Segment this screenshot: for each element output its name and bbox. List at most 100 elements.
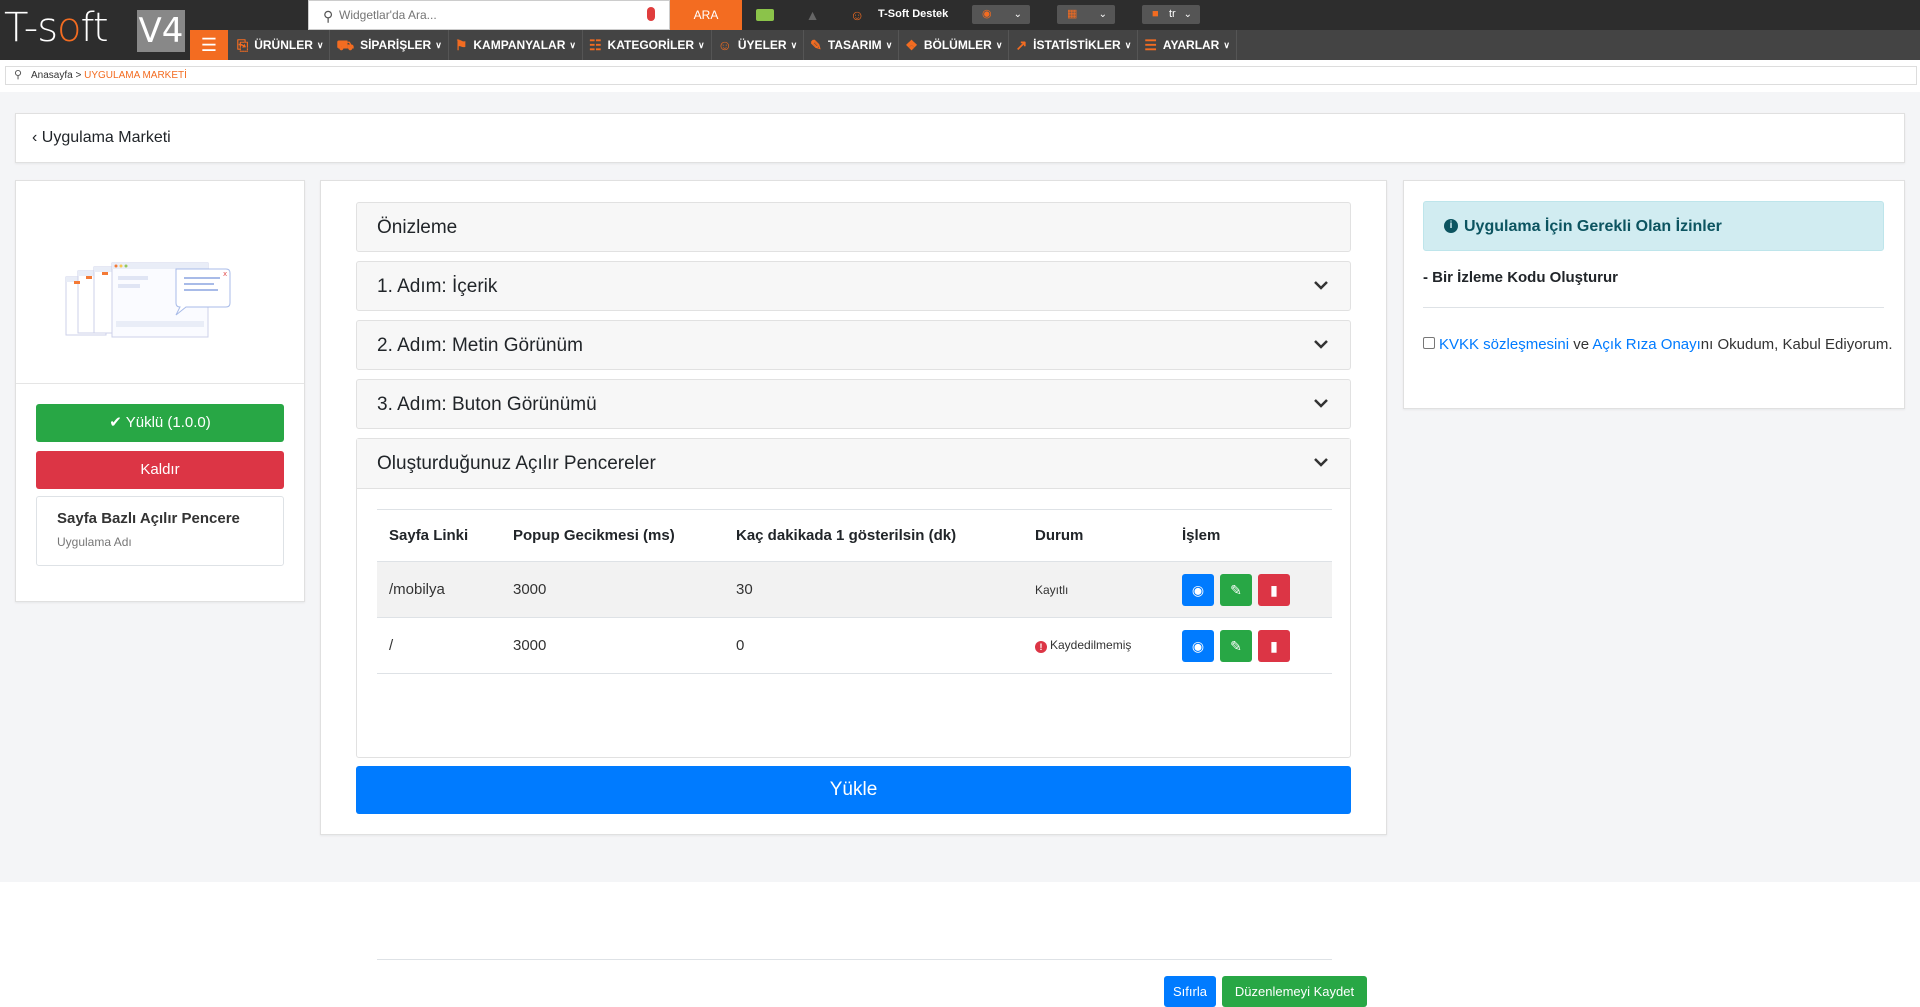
delete-button[interactable]: ▮: [1258, 573, 1290, 606]
location-pin-icon: ⚲: [14, 69, 23, 81]
eye-icon: ◉: [982, 8, 992, 20]
user-name: T-Soft Destek: [878, 8, 949, 20]
status-cell: Kayıtlı: [1023, 561, 1170, 618]
nav-item-label: SİPARİŞLER: [360, 38, 432, 52]
chevron-down-icon: ∨: [790, 40, 798, 50]
status-text: Kaydedilmemiş: [1050, 638, 1132, 652]
language-icon: ■: [1152, 8, 1159, 20]
chevron-down-icon: [1314, 340, 1328, 349]
column-header: Popup Gecikmesi (ms): [501, 509, 724, 562]
info-icon: i: [1444, 219, 1458, 233]
edit-button[interactable]: ✎: [1220, 573, 1252, 606]
popups-table: Sayfa Linki Popup Gecikmesi (ms) Kaç dak…: [377, 509, 1332, 674]
table-row: /mobilya 3000 30 Kayıtlı ◉ ✎ ▮: [377, 561, 1332, 618]
accordion-step2[interactable]: 2. Adım: Metin Görünüm: [356, 320, 1351, 370]
breadcrumb: ⚲ Anasayfa > UYGULAMA MARKETİ: [5, 66, 1917, 85]
tag-icon: ⚑: [454, 37, 468, 53]
search-input[interactable]: [339, 5, 639, 25]
column-header: Sayfa Linki: [377, 509, 501, 562]
save-changes-button[interactable]: Düzenlemeyi Kaydet: [1222, 976, 1367, 1007]
delete-button[interactable]: ▮: [1258, 629, 1290, 662]
chevron-down-icon: ∨: [435, 40, 442, 50]
chevron-down-icon: ⌄: [1013, 9, 1022, 20]
logo[interactable]: T-soft V4: [0, 0, 190, 60]
accordion-step1[interactable]: 1. Adım: İçerik: [356, 261, 1351, 311]
accordion-popups: Oluşturduğunuz Açılır Pencereler Sayfa L…: [356, 438, 1367, 1007]
permissions-title: Uygulama İçin Gerekli Olan İzinler: [1464, 218, 1722, 235]
apps-dropdown[interactable]: ▦ ⌄: [1057, 5, 1115, 24]
nav-item-0[interactable]: ⎘ ÜRÜNLER ∨: [231, 30, 331, 60]
divider: [377, 959, 1332, 960]
accordion-popups-header[interactable]: Oluşturduğunuz Açılır Pencereler: [357, 439, 1350, 489]
accordion-preview-title: Önizleme: [377, 217, 458, 238]
back-link[interactable]: ‹ Uygulama Marketi: [32, 129, 171, 147]
sitemap-icon: ☷: [588, 37, 602, 53]
widget-search: ⚲: [308, 0, 670, 30]
chevron-down-icon: ∨: [316, 40, 324, 50]
nav-item-label: TASARIM: [827, 38, 882, 52]
nav-item-7[interactable]: ↗ İSTATİSTİKLER ∨: [1009, 30, 1139, 60]
chevron-down-icon: ∨: [569, 40, 576, 50]
messages-icon[interactable]: [745, 0, 785, 30]
sections-icon: ❖: [905, 37, 918, 53]
installed-button[interactable]: ✔ Yüklü (1.0.0): [36, 404, 284, 442]
accordion-step1-title: 1. Adım: İçerik: [377, 276, 498, 297]
microphone-icon[interactable]: [647, 7, 655, 21]
permissions-panel: i Uygulama İçin Gerekli Olan İzinler - B…: [1403, 180, 1905, 409]
settings-icon: ☰: [1144, 37, 1157, 53]
nav-item-5[interactable]: ✎ TASARIM ∨: [804, 30, 900, 60]
view-button[interactable]: ◉: [1182, 629, 1214, 662]
exclamation-circle-icon: !: [1035, 641, 1047, 653]
warning-icon[interactable]: ▲: [790, 0, 835, 30]
page-link-cell: /mobilya: [377, 561, 501, 618]
accordion-step3[interactable]: 3. Adım: Buton Görünümü: [356, 379, 1351, 429]
nav-item-8[interactable]: ☰ AYARLAR ∨: [1138, 30, 1237, 60]
top-bar: [0, 0, 1920, 30]
view-button[interactable]: ◉: [1182, 573, 1214, 606]
brush-icon: ✎: [810, 37, 822, 53]
nav-item-2[interactable]: ⚑ KAMPANYALAR ∨: [449, 30, 583, 60]
edit-icon: ✎: [1230, 637, 1242, 654]
back-panel: ‹ Uygulama Marketi: [15, 113, 1905, 163]
cart-icon: ⛟: [336, 37, 355, 53]
logo-version: V4: [137, 10, 185, 52]
language-dropdown[interactable]: ■ tr ⌄: [1142, 5, 1200, 24]
consent-checkbox[interactable]: [1423, 337, 1435, 349]
nav-item-4[interactable]: ☺ ÜYELER ∨: [712, 30, 805, 60]
chevron-down-icon: [1314, 281, 1328, 290]
accordion-step3-title: 3. Adım: Buton Görünümü: [377, 394, 597, 415]
consent-link[interactable]: Açık Rıza Onayı: [1592, 336, 1700, 353]
kvkk-link[interactable]: KVKK sözleşmesini: [1439, 336, 1569, 353]
installed-label: Yüklü (1.0.0): [125, 414, 211, 431]
chevron-down-icon: ∨: [885, 40, 893, 50]
nav-item-label: BÖLÜMLER: [923, 38, 992, 52]
kvkk-consent: KVKK sözleşmesini ve Açık Rıza Onayını O…: [1423, 333, 1893, 357]
grid-icon: ▦: [1067, 8, 1078, 20]
view-site-dropdown[interactable]: ◉ ⌄: [972, 5, 1030, 24]
nav-item-label: ÜYELER: [737, 38, 787, 52]
breadcrumb-home[interactable]: Anasayfa: [31, 70, 73, 81]
nav-item-label: KATEGORİLER: [607, 38, 694, 52]
chart-icon: ↗: [1015, 37, 1028, 53]
upload-button[interactable]: Yükle: [356, 766, 1351, 814]
actions-cell: ◉ ✎ ▮: [1170, 617, 1332, 674]
edit-button[interactable]: ✎: [1220, 629, 1252, 662]
accordion-preview[interactable]: Önizleme: [356, 202, 1351, 252]
search-icon: ⚲: [323, 8, 334, 24]
search-button[interactable]: ARA: [670, 0, 742, 30]
nav-item-6[interactable]: ❖ BÖLÜMLER ∨: [899, 30, 1010, 60]
trash-icon: ▮: [1270, 581, 1278, 598]
actions-cell: ◉ ✎ ▮: [1170, 561, 1332, 618]
eye-icon: ◉: [1191, 637, 1205, 654]
svg-text:x: x: [223, 270, 227, 278]
nav-item-label: KAMPANYALAR: [473, 38, 566, 52]
edit-icon: ✎: [1230, 581, 1242, 598]
app-info-panel: x ✔ Yüklü (1.0.0) Kaldır Sayfa Bazlı Açı…: [15, 180, 305, 602]
reset-button[interactable]: Sıfırla: [1164, 976, 1216, 1007]
remove-button[interactable]: Kaldır: [36, 451, 284, 489]
hamburger-menu-button[interactable]: ☰: [190, 30, 228, 60]
permission-item: - Bir İzleme Kodu Oluşturur: [1423, 269, 1619, 286]
nav-item-1[interactable]: ⛟ SİPARİŞLER ∨: [330, 30, 449, 60]
app-name-caption: Uygulama Adı: [57, 535, 132, 549]
nav-item-3[interactable]: ☷ KATEGORİLER ∨: [583, 30, 712, 60]
